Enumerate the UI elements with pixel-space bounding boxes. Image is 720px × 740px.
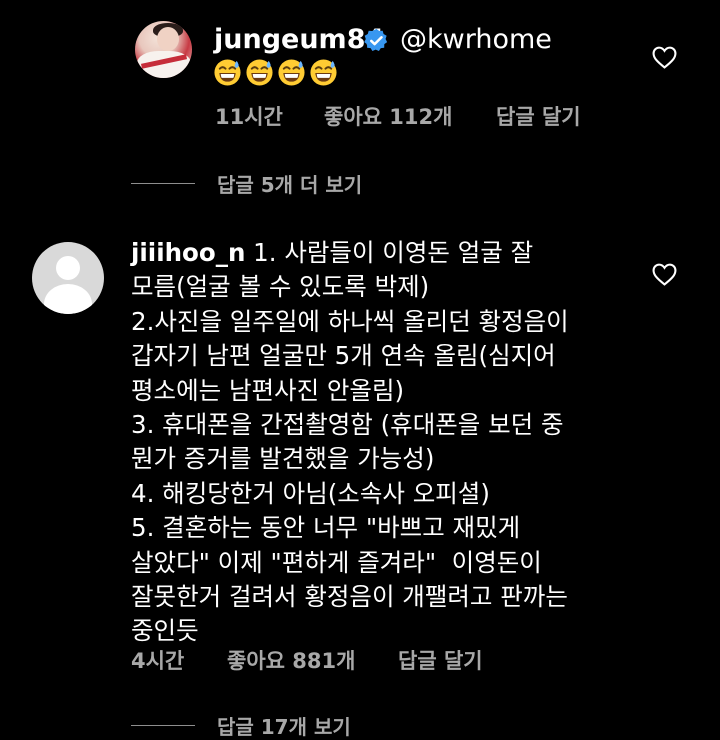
reply-meta: 11시간 좋아요 112개 답글 달기 — [0, 101, 720, 131]
comment-line: 잘못한거 걸려서 황정음이 개팰려고 판까는 — [131, 582, 568, 612]
view-replies[interactable]: 답글 17개 보기 — [131, 711, 351, 740]
comment-line: 5. 결혼하는 동안 너무 "바쁘고 재밌게 — [131, 513, 521, 543]
comment-line: 뭔가 증거를 발견했을 가능성) — [131, 444, 435, 474]
comment-line: 2.사진을 일주일에 하나씩 올리던 황정음이 — [131, 306, 569, 336]
avatar-head — [56, 256, 80, 280]
divider-line — [131, 183, 195, 184]
grinning-sweat-icon — [246, 59, 273, 86]
reply-avatar[interactable] — [135, 21, 192, 78]
comment-username[interactable]: jiiihoo_n — [131, 238, 245, 267]
comment-like-heart-icon[interactable] — [652, 263, 677, 286]
comment-likes[interactable]: 좋아요 881개 — [227, 645, 355, 675]
view-more-replies[interactable]: 답글 5개 더 보기 — [131, 169, 362, 198]
comment-line: 3. 휴대폰을 간접촬영함 (휴대폰을 보던 중 — [131, 410, 564, 440]
comment-reply-button[interactable]: 답글 달기 — [398, 645, 483, 675]
like-heart-icon[interactable] — [652, 46, 677, 69]
avatar-body — [44, 284, 92, 314]
mention-link[interactable]: @kwrhome — [400, 24, 552, 55]
comment-line: 평소에는 남편사진 안올림) — [131, 375, 405, 405]
comment-line: 중인듯 — [131, 616, 199, 646]
comment-meta: 4시간 좋아요 881개 답글 달기 — [0, 645, 720, 675]
grinning-sweat-icon — [310, 59, 337, 86]
reply-action-button[interactable]: 답글 달기 — [496, 101, 581, 131]
view-replies-label[interactable]: 답글 17개 보기 — [217, 711, 351, 740]
comment-line: 갑자기 남편 얼굴만 5개 연속 올림(심지어 — [131, 341, 556, 371]
reply-username[interactable]: jungeum84 — [214, 24, 384, 55]
grinning-sweat-icon — [278, 59, 305, 86]
comment-line: 모름(얼굴 볼 수 있도록 박제) — [131, 272, 430, 302]
comment-avatar[interactable] — [32, 242, 104, 314]
comment-time: 4시간 — [131, 649, 185, 673]
comment-text: jiiihoo_n 1. 사람들이 이영돈 얼굴 잘 모름(얼굴 볼 수 있도록… — [131, 236, 621, 649]
comment-line: 살았다" 이제 "편하게 즐겨라" 이영돈이 — [131, 547, 542, 577]
comment-line: 1. 사람들이 이영돈 얼굴 잘 — [245, 238, 534, 267]
reply-likes[interactable]: 좋아요 112개 — [324, 101, 452, 131]
grinning-sweat-icon — [214, 59, 241, 86]
reply-time: 11시간 — [215, 105, 283, 129]
emoji-row — [213, 58, 338, 88]
view-more-replies-label[interactable]: 답글 5개 더 보기 — [217, 169, 362, 198]
comment-line: 4. 해킹당한거 아님(소속사 오피셜) — [131, 478, 490, 508]
divider-line — [131, 725, 195, 726]
verified-badge-icon — [364, 28, 388, 52]
avatar-face — [157, 27, 179, 51]
